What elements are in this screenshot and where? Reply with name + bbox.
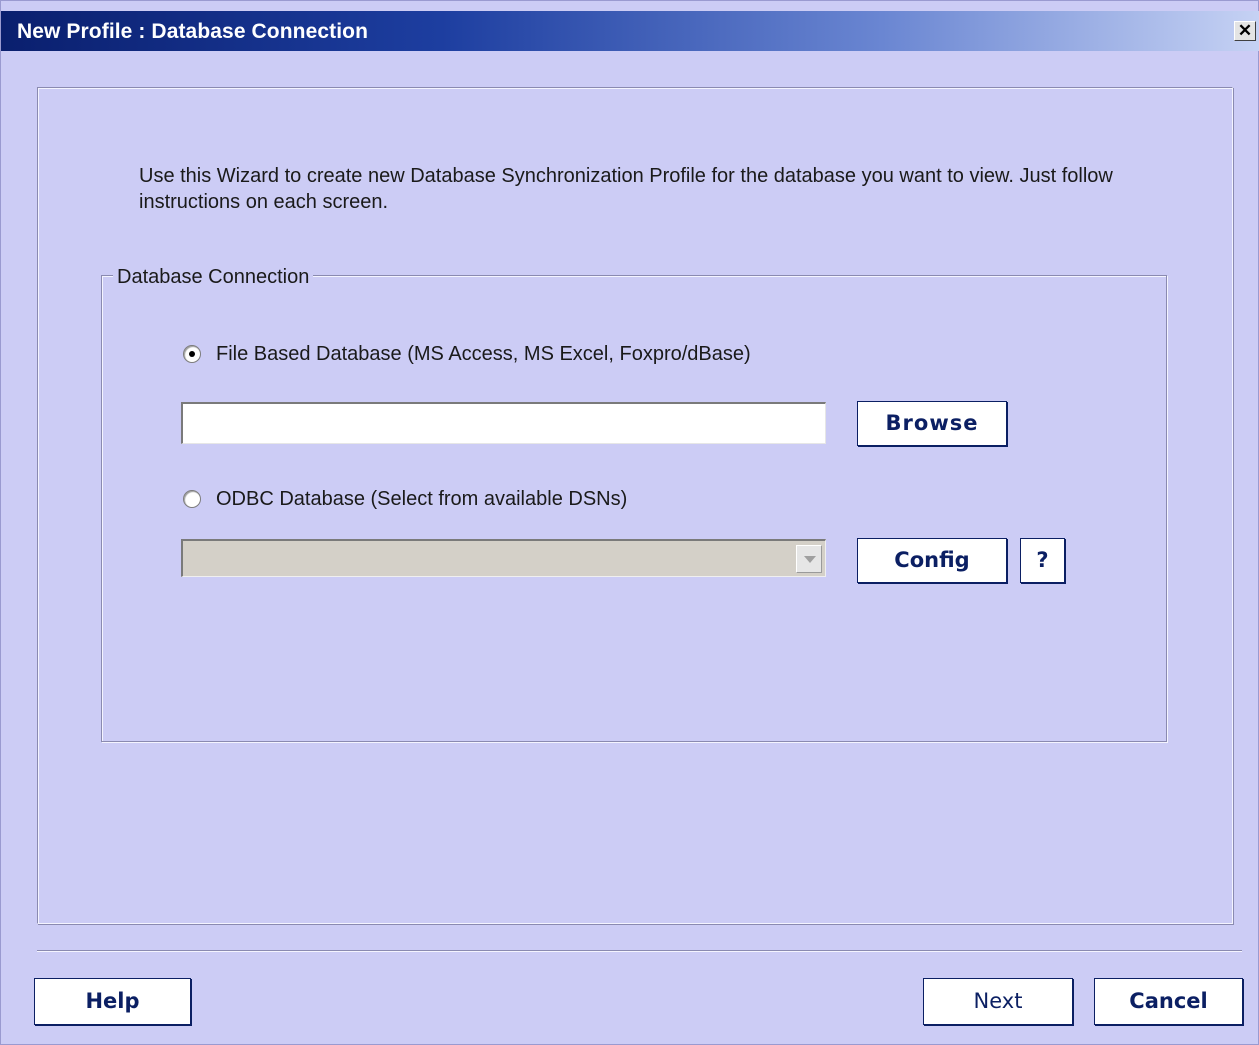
file-based-radio[interactable]: [183, 345, 201, 363]
chevron-down-icon[interactable]: [796, 545, 822, 573]
next-button[interactable]: Next: [923, 978, 1073, 1025]
odbc-label[interactable]: ODBC Database (Select from available DSN…: [216, 487, 627, 511]
help-button[interactable]: Help: [34, 978, 191, 1025]
browse-button[interactable]: Browse: [857, 401, 1007, 446]
close-icon: ✕: [1237, 21, 1253, 40]
file-path-input[interactable]: [181, 402, 826, 444]
odbc-help-button[interactable]: ?: [1020, 538, 1065, 583]
close-button[interactable]: ✕: [1234, 21, 1256, 41]
dsn-select[interactable]: [181, 539, 826, 577]
odbc-radio[interactable]: [183, 490, 201, 508]
group-legend: Database Connection: [113, 265, 314, 289]
window-title: New Profile : Database Connection: [17, 20, 369, 43]
config-button[interactable]: Config: [857, 538, 1007, 583]
file-based-label[interactable]: File Based Database (MS Access, MS Excel…: [216, 342, 751, 366]
footer-separator: [37, 950, 1242, 952]
cancel-button[interactable]: Cancel: [1094, 978, 1243, 1025]
intro-text: Use this Wizard to create new Database S…: [139, 165, 1113, 213]
title-bar[interactable]: New Profile : Database Connection ✕: [1, 11, 1259, 51]
wizard-window: New Profile : Database Connection ✕ Use …: [0, 0, 1259, 1045]
